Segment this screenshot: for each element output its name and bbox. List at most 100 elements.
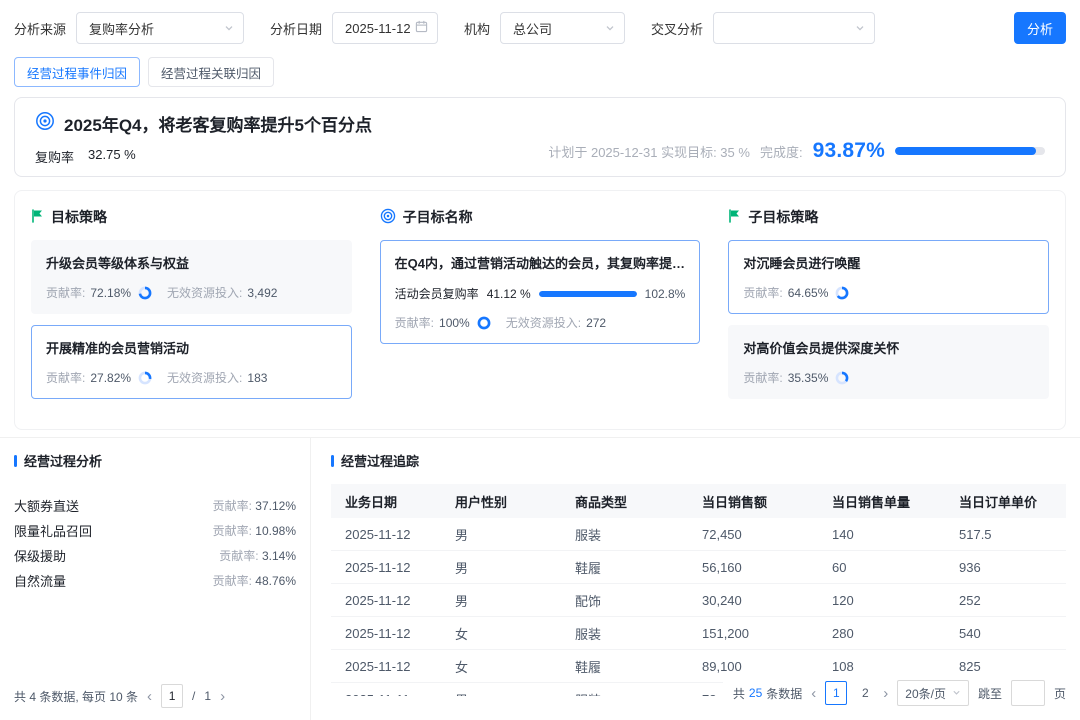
analyze-button[interactable]: 分析 [1014, 12, 1066, 44]
subgoal-metric-value: 41.12 % [487, 287, 531, 301]
subgoal-card[interactable]: 在Q4内，通过营销活动触达的会员，其复购率提升... 活动会员复购率 41.12… [380, 240, 701, 344]
column-header: 当日销售单量 [818, 484, 945, 518]
prev-page-icon[interactable]: ‹ [811, 686, 816, 701]
contribution-donut-icon [138, 286, 152, 300]
tracking-pagination: 共 25 条数据 ‹ 1 2 › 20条/页 跳至 页 [723, 676, 1066, 710]
list-item[interactable]: 限量礼品召回贡献率: 10.98% [14, 518, 296, 543]
substrategy-card[interactable]: 对沉睡会员进行唤醒 贡献率: 64.65% [728, 240, 1049, 314]
target-icon [380, 208, 396, 227]
attribution-tabs: 经营过程事件归因 经营过程关联归因 [14, 57, 274, 87]
subgoal-metric-label: 活动会员复购率 [395, 285, 479, 302]
table-cell: 120 [818, 584, 945, 617]
tracking-table: 业务日期用户性别商品类型当日销售额当日销售单量当日订单单价 2025-11-12… [331, 484, 1066, 696]
section-marker [331, 455, 334, 467]
table-row[interactable]: 2025-11-12男服装72,450140517.5 [331, 518, 1066, 551]
item-contribution: 贡献率: 48.76% [213, 572, 296, 589]
table-cell: 517.5 [945, 518, 1066, 551]
item-name: 自然流量 [14, 571, 66, 590]
process-tracking-title-row: 经营过程追踪 [331, 451, 1066, 470]
date-picker[interactable]: 2025-11-12 [332, 12, 438, 44]
page-number[interactable]: 2 [856, 686, 874, 700]
item-name: 保级援助 [14, 546, 66, 565]
goal-metric-value: 32.75 % [88, 147, 136, 166]
table-cell: 280 [818, 617, 945, 650]
subgoal-column-title: 子目标名称 [403, 207, 473, 227]
contribution-value: 100% [439, 316, 470, 330]
contribution-donut-icon [835, 286, 849, 300]
table-cell: 配饰 [561, 584, 688, 617]
completion-label: 完成度: [760, 142, 803, 161]
substrategy-card-title: 对高价值会员提供深度关怀 [743, 338, 1034, 357]
table-cell: 936 [945, 551, 1066, 584]
chevron-down-icon [855, 21, 865, 36]
list-item[interactable]: 自然流量 贡献率: 48.76% [14, 568, 296, 593]
substrategy-card-stats: 贡献率: 64.65% [743, 284, 1034, 301]
next-page-icon[interactable]: › [883, 686, 888, 701]
flag-icon [728, 209, 741, 226]
table-cell: 151,200 [688, 617, 818, 650]
column-header: 当日订单单价 [945, 484, 1066, 518]
dashboard-page: 分析来源 复购率分析 分析日期 2025-11-12 机构 总公司 交叉分析 分… [0, 0, 1080, 720]
column-header: 用户性别 [441, 484, 561, 518]
tab-relation-attribution[interactable]: 经营过程关联归因 [148, 57, 274, 87]
strategy-card[interactable]: 升级会员等级体系与权益 贡献率: 72.18% 无效资源投入: 3,492 [31, 240, 352, 314]
table-cell: 男 [441, 584, 561, 617]
page-size-select[interactable]: 20条/页 [897, 680, 969, 706]
page-number-box[interactable]: 1 [161, 684, 183, 708]
analysis-list: 大额券直送贡献率: 37.12%限量礼品召回贡献率: 10.98%保级援助贡献率… [14, 493, 296, 593]
date-picker-value: 2025-11-12 [345, 21, 411, 36]
column-header: 业务日期 [331, 484, 441, 518]
invalid-resource-value: 183 [247, 371, 267, 385]
prev-page-icon[interactable]: ‹ [147, 689, 152, 704]
contribution-label: 贡献率: [395, 314, 434, 331]
substrategy-column-title: 子目标策略 [748, 207, 818, 227]
table-cell: 252 [945, 584, 1066, 617]
goal-card: 2025年Q4，将老客复购率提升5个百分点 复购率 32.75 % 计划于 20… [14, 97, 1066, 177]
calendar-icon [415, 20, 428, 36]
subgoal-card-title: 在Q4内，通过营销活动触达的会员，其复购率提升... [395, 253, 686, 272]
subgoal-progress-label: 102.8% [645, 287, 686, 301]
table-cell: 服装 [561, 683, 688, 697]
jump-page-input[interactable] [1011, 680, 1045, 706]
total-count: 25 [749, 686, 762, 700]
org-select[interactable]: 总公司 [500, 12, 625, 44]
list-item[interactable]: 保级援助 贡献率: 3.14% [14, 543, 296, 568]
table-cell: 2025-11-11 [331, 683, 441, 697]
contribution-donut-icon [138, 371, 152, 385]
contribution-donut-icon [835, 371, 849, 385]
goal-title: 2025年Q4，将老客复购率提升5个百分点 [64, 111, 372, 136]
strategy-card[interactable]: 开展精准的会员营销活动 贡献率: 27.82% 无效资源投入: 183 [31, 325, 352, 399]
item-contribution: 贡献率: 3.14% [219, 547, 296, 564]
page-number-box[interactable]: 1 [825, 681, 847, 705]
page-size-value: 20条/页 [905, 685, 946, 702]
table-row[interactable]: 2025-11-12女服装151,200280540 [331, 617, 1066, 650]
table-cell: 540 [945, 617, 1066, 650]
strategy-card-stats: 贡献率: 27.82% 无效资源投入: 183 [46, 369, 337, 386]
substrategy-card[interactable]: 对高价值会员提供深度关怀 贡献率: 35.35% [728, 325, 1049, 399]
next-page-icon[interactable]: › [220, 689, 225, 704]
tab-event-attribution[interactable]: 经营过程事件归因 [14, 57, 140, 87]
table-cell: 男 [441, 551, 561, 584]
total-suffix: 条数据 [766, 685, 802, 702]
table-cell: 鞋履 [561, 650, 688, 683]
filter-toolbar: 分析来源 复购率分析 分析日期 2025-11-12 机构 总公司 交叉分析 分… [14, 12, 1066, 44]
table-cell: 60 [818, 551, 945, 584]
tracking-head-row: 业务日期用户性别商品类型当日销售额当日销售单量当日订单单价 [331, 484, 1066, 518]
table-cell: 鞋履 [561, 551, 688, 584]
contribution-label: 贡献率: [743, 284, 782, 301]
org-select-value: 总公司 [513, 19, 552, 38]
cross-analysis-select[interactable] [713, 12, 875, 44]
table-row[interactable]: 2025-11-12男配饰30,240120252 [331, 584, 1066, 617]
jump-label: 跳至 [978, 685, 1002, 702]
completion-progress-fill [895, 147, 1036, 155]
subgoal-metric-row: 活动会员复购率 41.12 % 102.8% [395, 285, 686, 302]
invalid-resource-value: 3,492 [247, 286, 277, 300]
source-select[interactable]: 复购率分析 [76, 12, 244, 44]
list-item[interactable]: 大额券直送贡献率: 37.12% [14, 493, 296, 518]
goal-completion-group: 计划于 2025-12-31 实现目标: 35 % 完成度: 93.87% [548, 139, 1045, 163]
table-cell: 56,160 [688, 551, 818, 584]
table-cell: 服装 [561, 518, 688, 551]
table-row[interactable]: 2025-11-12男鞋履56,16060936 [331, 551, 1066, 584]
chevron-down-icon [952, 686, 961, 700]
section-marker [14, 455, 17, 467]
